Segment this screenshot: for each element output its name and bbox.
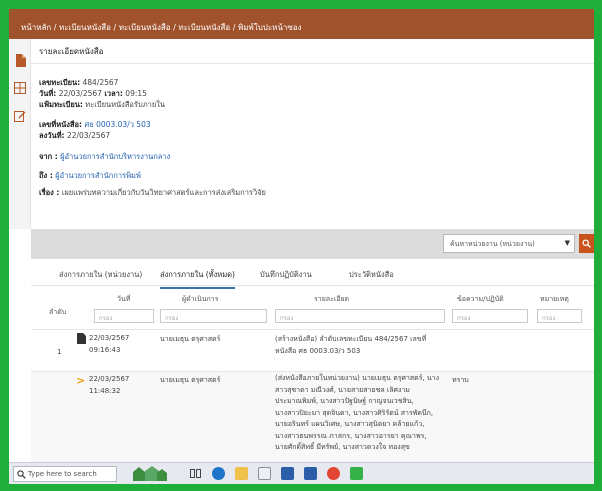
chrome-icon[interactable] (327, 467, 340, 480)
row-1-details-line-1: (สร้างหนังสือ) ลำดับเลขทะเบียน 484/2567 … (275, 335, 427, 343)
filter-status-input[interactable]: กรอง (452, 309, 528, 323)
breadcrumb: หน้าหลัก / ทะเบียนหนังสือ / ทะเบียนหนังส… (9, 9, 594, 39)
word-icon[interactable] (304, 467, 317, 480)
explorer-icon[interactable] (235, 467, 248, 480)
left-toolbar (9, 39, 31, 229)
filter-note-input[interactable]: กรอง (537, 309, 582, 323)
edit-icon[interactable] (13, 109, 27, 123)
windows-search-icon (17, 470, 26, 479)
store-icon[interactable] (258, 467, 271, 480)
column-header-date[interactable]: วันที่ (117, 294, 130, 305)
document-icon[interactable] (77, 333, 86, 347)
to-row: ถึง : ผู้อำนวยการสำนักการพิมพ์ (39, 171, 141, 180)
search-icon (582, 239, 591, 248)
search-button[interactable] (579, 234, 594, 253)
detail-title: รายละเอียดหนังสือ (39, 47, 104, 56)
breadcrumb-text[interactable]: หน้าหลัก / ทะเบียนหนังสือ / ทะเบียนหนังส… (21, 23, 302, 32)
subject-row: เรื่อง : เผยแพร่บทความเกี่ยวกับวันวิทยาศ… (39, 188, 266, 197)
grid-icon[interactable] (13, 81, 27, 95)
row-1-time: 09:16:43 (89, 346, 121, 354)
line-icon[interactable] (350, 467, 363, 480)
row-1-details-line-2: หนังสือ ศธ 0003.03/ว 503 (275, 347, 361, 355)
row-2-operator: นายเมธุน ตรุศาสตร์ (160, 376, 221, 384)
document-icon[interactable] (13, 53, 27, 67)
taskbar-search-input[interactable]: Type here to search (13, 466, 117, 482)
divider (31, 63, 594, 64)
doc-date-row: ลงวันที่: 22/03/2567 (39, 131, 111, 140)
row-1-date: 22/03/2567 (89, 334, 130, 342)
header-divider (31, 329, 594, 330)
document-details-panel: รายละเอียดหนังสือ เลขทะเบียน: 484/2567 ว… (31, 39, 594, 229)
column-header-operator[interactable]: ผู้ดำเนินการ (182, 294, 218, 305)
windows-taskbar: Type here to search (9, 462, 594, 484)
reg-book-row: แฟ้มทะเบียน: ทะเบียนหนังสือรับภายใน (39, 100, 166, 109)
tab-internal-all[interactable]: ส่งการภายใน (ทั้งหมด) (160, 269, 235, 289)
agency-filter-select[interactable]: ค้นหาหน่วยงาน (หน่วยงาน) ▼ (443, 234, 575, 253)
row-2-status: ทราบ (452, 376, 469, 384)
arrow-icon: > (76, 374, 86, 387)
column-header-details[interactable]: รายละเอียด (314, 294, 349, 305)
tab-internal-agency[interactable]: ส่งการภายใน (หน่วยงาน) (59, 269, 142, 281)
filter-bar: ค้นหาหน่วยงาน (หน่วยงาน) ▼ (31, 229, 594, 259)
row-2-date: 22/03/2567 (89, 375, 130, 383)
column-header-note[interactable]: หมายเหตุ (540, 294, 569, 305)
filter-details-input[interactable]: กรอง (275, 309, 445, 323)
column-header-status[interactable]: ข้อความ/ปฏิบัติ (457, 294, 504, 305)
building-icon[interactable] (131, 465, 167, 485)
filter-date-input[interactable]: กรอง (94, 309, 154, 323)
row-2-details: (ส่งหนังสือภายในหน่วยงาน) นายเมธุน ตรุศา… (275, 374, 440, 451)
tab-history[interactable]: ประวัติหนังสือ (349, 269, 394, 281)
from-row: จาก : ผู้อำนวยการสำนักบริหารงานกลาง (39, 152, 171, 161)
column-header-seq: ลำดับ (49, 308, 67, 316)
app-window: หน้าหลัก / ทะเบียนหนังสือ / ทะเบียนหนังส… (9, 9, 594, 484)
chevron-down-icon: ▼ (564, 239, 570, 247)
tab-work-log[interactable]: บันทึกปฏิบัติงาน (260, 269, 312, 281)
edge-icon[interactable] (212, 467, 225, 480)
row-1-seq: 1 (57, 348, 62, 356)
taskview-icon[interactable] (189, 467, 202, 480)
filter-operator-input[interactable]: กรอง (160, 309, 267, 323)
row-1-operator: นายเมธุน ตรุศาสตร์ (160, 335, 221, 343)
tabs-divider (31, 285, 594, 286)
windows-app-icon[interactable] (281, 467, 294, 480)
row-2-time: 11:48:32 (89, 387, 121, 395)
